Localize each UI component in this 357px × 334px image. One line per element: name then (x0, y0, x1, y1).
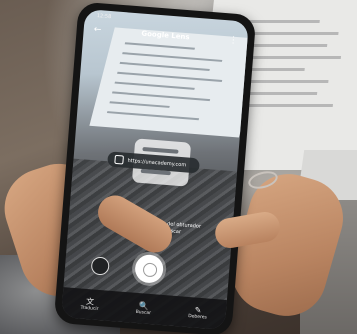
photo-scene: 12:58 ← Google Lens ⋮ https://unacademy.… (0, 0, 357, 334)
phone-screen: 12:58 ← Google Lens ⋮ https://unacademy.… (61, 9, 249, 330)
tab-label: Traducir (80, 305, 99, 312)
smartphone: 12:58 ← Google Lens ⋮ https://unacademy.… (53, 1, 257, 334)
tab-search[interactable]: 🔍 Buscar (135, 301, 151, 316)
more-menu-icon[interactable]: ⋮ (227, 35, 240, 48)
tab-label: Buscar (135, 309, 152, 317)
tab-label: Deberes (187, 314, 207, 321)
link-chip-text: https://unacademy.com (127, 157, 187, 168)
tab-homework[interactable]: ✎ Deberes (187, 305, 208, 321)
link-icon (114, 154, 124, 165)
status-time: 12:58 (96, 12, 112, 21)
tab-translate[interactable]: 文 Traducir (80, 297, 99, 312)
